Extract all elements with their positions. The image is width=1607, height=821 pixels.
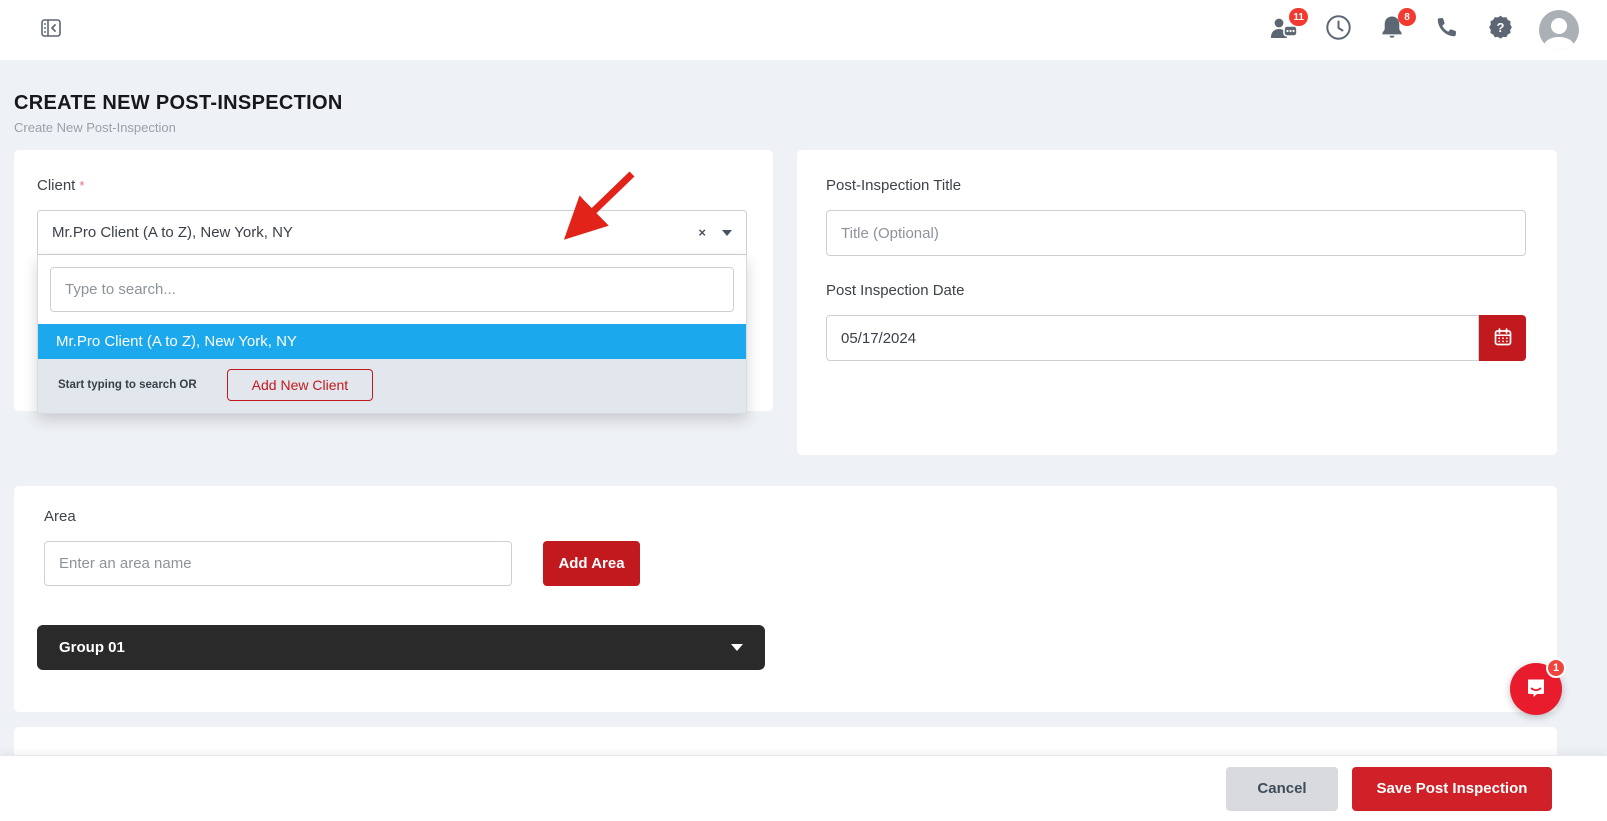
community-button[interactable]: 11 <box>1269 8 1308 45</box>
client-dropdown-panel: Mr.Pro Client (A to Z), New York, NY Sta… <box>37 255 747 414</box>
chat-unread-badge: 1 <box>1546 658 1566 678</box>
clear-selection-icon[interactable]: × <box>698 225 706 240</box>
history-button[interactable] <box>1323 15 1353 45</box>
details-card: Post-Inspection Title Post Inspection Da… <box>797 150 1557 455</box>
dropdown-footer: Start typing to search OR Add New Client <box>38 359 746 413</box>
client-option-highlighted[interactable]: Mr.Pro Client (A to Z), New York, NY <box>38 324 746 359</box>
screen: 11 8 ? CREATE NEW POST-INSPECTION Create… <box>0 0 1607 821</box>
client-search-input[interactable] <box>50 267 734 312</box>
group-title: Group 01 <box>59 639 125 656</box>
add-area-button[interactable]: Add Area <box>543 541 640 586</box>
chevron-down-icon[interactable] <box>722 229 732 236</box>
call-button[interactable] <box>1431 15 1461 45</box>
notifications-button[interactable]: 8 <box>1377 8 1416 45</box>
dropdown-search-wrap <box>38 255 746 324</box>
client-card: Client * Mr.Pro Client (A to Z), New York… <box>14 150 773 414</box>
post-inspection-title-label: Post-Inspection Title <box>826 177 962 194</box>
post-inspection-title-input[interactable] <box>826 210 1526 256</box>
avatar-head-shape <box>1551 18 1567 34</box>
client-select[interactable]: Mr.Pro Client (A to Z), New York, NY × <box>37 210 747 255</box>
sidebar-toggle-button[interactable] <box>36 15 66 45</box>
save-post-inspection-button[interactable]: Save Post Inspection <box>1352 766 1552 811</box>
avatar-body-shape <box>1544 37 1574 50</box>
help-icon: ? <box>1487 14 1514 46</box>
calendar-icon <box>1493 327 1513 350</box>
help-button[interactable]: ? <box>1485 15 1515 45</box>
notifications-badge: 8 <box>1398 8 1416 26</box>
open-calendar-button[interactable] <box>1479 315 1526 361</box>
community-badge: 11 <box>1289 8 1308 26</box>
group-accordion-header[interactable]: Group 01 <box>37 625 765 670</box>
post-inspection-date-input[interactable] <box>826 315 1479 361</box>
area-label: Area <box>44 508 76 525</box>
dropdown-footer-hint: Start typing to search OR <box>58 379 197 391</box>
topbar: 11 8 ? <box>0 0 1607 60</box>
phone-icon <box>1434 15 1459 45</box>
svg-text:?: ? <box>1496 20 1504 35</box>
client-selected-value: Mr.Pro Client (A to Z), New York, NY <box>52 224 293 241</box>
required-asterisk: * <box>79 178 85 193</box>
sidebar-collapse-icon <box>38 15 64 46</box>
client-label: Client * <box>37 177 85 194</box>
footer-actionbar: Cancel Save Post Inspection <box>0 755 1607 821</box>
chevron-down-icon <box>731 644 743 651</box>
user-avatar[interactable] <box>1539 10 1579 50</box>
area-card: Area Add Area Group 01 <box>14 486 1557 712</box>
add-new-client-button[interactable]: Add New Client <box>226 369 374 401</box>
page-title: CREATE NEW POST-INSPECTION <box>14 92 343 114</box>
chat-launcher-button[interactable]: 1 <box>1510 658 1566 715</box>
clock-icon <box>1325 14 1352 46</box>
topbar-actions: 11 8 ? <box>1269 8 1579 50</box>
breadcrumb: Create New Post-Inspection <box>14 120 176 135</box>
area-name-input[interactable] <box>44 541 512 586</box>
area-row: Add Area <box>44 541 640 586</box>
date-row <box>826 315 1526 361</box>
messenger-icon <box>1524 675 1548 704</box>
post-inspection-date-label: Post Inspection Date <box>826 282 965 299</box>
cancel-button[interactable]: Cancel <box>1226 766 1338 811</box>
